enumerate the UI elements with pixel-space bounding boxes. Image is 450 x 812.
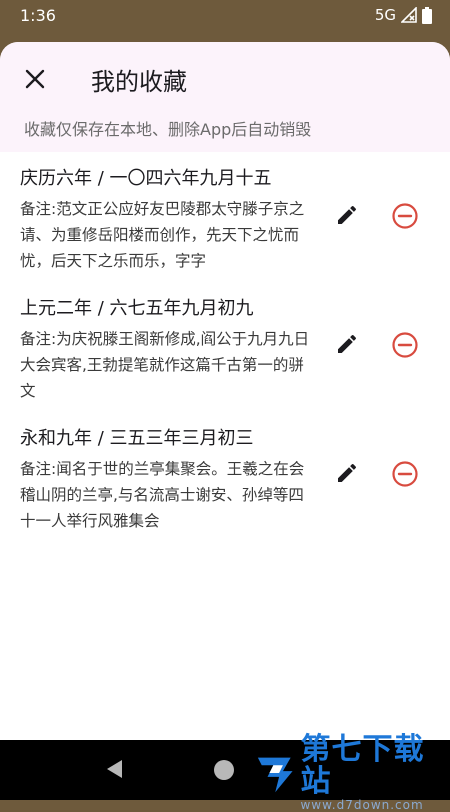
signal-icon [401, 7, 417, 23]
back-triangle-icon [107, 760, 122, 778]
edit-button[interactable] [331, 328, 363, 360]
remove-button[interactable] [389, 329, 421, 361]
watermark-text: 第七下载站 [300, 732, 425, 799]
remove-button[interactable] [389, 458, 421, 490]
remove-circle-icon [392, 332, 418, 358]
pencil-icon [338, 463, 357, 482]
pencil-icon [338, 334, 357, 353]
status-bar: 1:36 5G [0, 0, 450, 32]
network-label: 5G [374, 6, 396, 24]
page-subtitle: 收藏仅保存在本地、删除App后自动销毁 [24, 120, 312, 139]
pencil-icon [338, 205, 357, 224]
close-icon [25, 69, 45, 89]
list-item[interactable]: 上元二年 / 六七五年九月初九 备注:为庆祝滕王阁新修成,阎公于九月九日大会宾客… [0, 282, 450, 412]
edit-button[interactable] [331, 457, 363, 489]
battery-icon [422, 6, 432, 24]
page-title: 我的收藏 [91, 68, 187, 96]
status-time: 1:36 [20, 6, 56, 25]
watermark: 第七下载站 www.d7down.com [254, 734, 450, 812]
watermark-logo-icon [257, 757, 293, 793]
watermark-url: www.d7down.com [300, 798, 424, 812]
edit-button[interactable] [331, 199, 363, 231]
item-note: 备注:为庆祝滕王阁新修成,阎公于九月九日大会宾客,王勃提笔就作这篇千古第一的骈文 [20, 330, 310, 400]
list-item[interactable]: 庆历六年 / 一〇四六年九月十五 备注:范文正公应好友巴陵郡太守滕子京之请、为重… [0, 152, 450, 282]
list-item[interactable]: 永和九年 / 三五三年三月初三 备注:闻名于世的兰亭集聚会。王羲之在会稽山阴的兰… [0, 412, 450, 542]
close-button[interactable] [20, 64, 50, 94]
favorites-list: 庆历六年 / 一〇四六年九月十五 备注:范文正公应好友巴陵郡太守滕子京之请、为重… [0, 152, 450, 542]
item-note: 备注:闻名于世的兰亭集聚会。王羲之在会稽山阴的兰亭,与名流高士谢安、孙绰等四十一… [20, 460, 305, 530]
home-circle-icon[interactable] [214, 760, 234, 780]
remove-circle-icon [392, 461, 418, 487]
item-title: 上元二年 / 六七五年九月初九 [20, 298, 254, 319]
watermark-text-group: 第七下载站 www.d7down.com [300, 734, 450, 812]
item-title: 永和九年 / 三五三年三月初三 [20, 428, 254, 449]
status-indicators: 5G [375, 6, 432, 24]
item-note: 备注:范文正公应好友巴陵郡太守滕子京之请、为重修岳阳楼而创作，先天下之忧而忧，后… [20, 200, 305, 270]
item-title: 庆历六年 / 一〇四六年九月十五 [20, 168, 272, 189]
back-button[interactable] [104, 758, 126, 784]
favorites-sheet: 我的收藏 收藏仅保存在本地、删除App后自动销毁 庆历六年 / 一〇四六年九月十… [0, 42, 450, 740]
remove-circle-icon [392, 203, 418, 229]
remove-button[interactable] [389, 200, 421, 232]
sheet-header: 我的收藏 收藏仅保存在本地、删除App后自动销毁 [0, 42, 450, 152]
